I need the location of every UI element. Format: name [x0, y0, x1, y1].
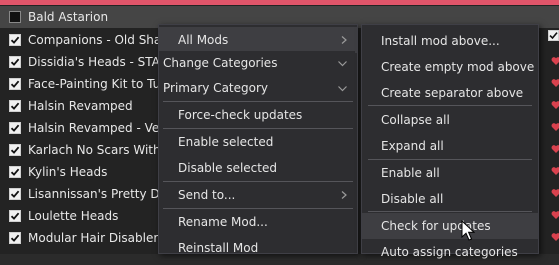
checkbox-checked-icon: [10, 212, 20, 220]
menu-item-label: All Mods: [178, 33, 229, 47]
change-categories-dropdown[interactable]: Change Categories: [159, 51, 355, 75]
mod-name: Lisannissan's Pretty Dice: [28, 187, 177, 201]
menu-item-label: Disable selected: [178, 161, 277, 175]
checkbox-checked-icon: [10, 124, 20, 132]
checkbox-checked-icon: [10, 36, 20, 44]
all-mods-submenu: Install mod above... Create empty mod ab…: [361, 24, 539, 259]
menu-item-disable-selected[interactable]: Disable selected: [159, 155, 357, 181]
menu-item-create-empty-mod-above[interactable]: Create empty mod above: [362, 54, 538, 80]
mod-checkbox[interactable]: [9, 188, 21, 200]
checkbox-checked-icon: [10, 58, 20, 66]
primary-category-dropdown[interactable]: Primary Category: [159, 76, 355, 100]
mod-name: Halsin Revamped: [28, 99, 133, 113]
mouse-pointer-icon: [461, 220, 475, 241]
menu-item-send-to[interactable]: Send to...: [159, 182, 357, 208]
mod-name: Companions - Old Shad: [28, 33, 169, 47]
menu-item-create-separator-above[interactable]: Create separator above: [362, 80, 538, 106]
checkbox-checked-icon: [10, 146, 20, 154]
checkbox-checked-icon: [10, 80, 20, 88]
menu-item-label: Install mod above...: [381, 34, 500, 48]
menu-separator: [368, 105, 532, 106]
menu-item-collapse-all[interactable]: Collapse all: [362, 107, 538, 133]
mod-checkbox[interactable]: [9, 144, 21, 156]
chevron-down-icon: [338, 86, 347, 92]
chevron-right-icon: [341, 36, 347, 44]
chevron-down-icon: [338, 61, 347, 67]
mod-checkbox[interactable]: [9, 122, 21, 134]
menu-item-label: Expand all: [381, 139, 444, 153]
context-menu: All Mods Change Categories Primary Categ…: [158, 24, 358, 255]
heart-icon: [551, 187, 559, 199]
heart-icon: [551, 231, 559, 243]
menu-item-label: Force-check updates: [178, 108, 303, 122]
mod-checkbox[interactable]: [9, 166, 21, 178]
dropdown-label: Change Categories: [163, 56, 278, 70]
menu-item-enable-selected[interactable]: Enable selected: [159, 129, 357, 155]
mod-name: Loulette Heads: [28, 209, 119, 223]
mod-name: Karlach No Scars With G: [28, 143, 174, 157]
mod-checkbox[interactable]: [9, 11, 21, 23]
mod-name: Kylin's Heads: [28, 165, 108, 179]
mod-name: Bald Astarion: [28, 10, 109, 24]
mod-checkbox[interactable]: [9, 34, 21, 46]
menu-item-label: Enable selected: [178, 135, 274, 149]
menu-item-all-mods[interactable]: All Mods: [159, 27, 357, 53]
dropdown-label: Primary Category: [163, 81, 268, 95]
heart-icon: [551, 121, 559, 133]
menu-item-label: Create empty mod above: [381, 60, 535, 74]
menu-item-label: Auto assign categories: [381, 245, 518, 259]
menu-item-label: Rename Mod...: [178, 215, 268, 229]
menu-item-check-for-updates[interactable]: Check for updates: [362, 213, 538, 239]
checkbox-checked-icon: [10, 234, 20, 242]
mod-checkbox[interactable]: [9, 100, 21, 112]
menu-item-install-mod-above[interactable]: Install mod above...: [362, 28, 538, 54]
heart-icon: [551, 209, 559, 221]
menu-item-disable-all[interactable]: Disable all: [362, 186, 538, 212]
mod-name: Dissidia's Heads - STAND: [28, 55, 178, 69]
checkbox-checked-icon: [10, 168, 20, 176]
menu-separator: [368, 211, 532, 212]
checkbox-checked-icon: [548, 30, 559, 41]
mod-checkbox[interactable]: [9, 210, 21, 222]
mod-name: Halsin Revamped - Vess: [28, 121, 172, 135]
heart-icon: [551, 143, 559, 155]
heart-icon: [551, 165, 559, 177]
mod-name: Modular Hair Disabler -: [28, 231, 167, 245]
menu-item-label: Reinstall Mod: [178, 241, 259, 255]
menu-item-label: Collapse all: [381, 113, 450, 127]
checkbox-checked-icon: [10, 190, 20, 198]
heart-icon: [551, 77, 559, 89]
mod-name: Face-Painting Kit to Tuto: [28, 77, 173, 91]
chevron-right-icon: [341, 191, 347, 199]
menu-item-expand-all[interactable]: Expand all: [362, 133, 538, 159]
checkbox-checked-icon: [10, 102, 20, 110]
menu-item-enable-all[interactable]: Enable all: [362, 160, 538, 186]
menu-item-label: Enable all: [381, 166, 440, 180]
menu-item-auto-assign-categories[interactable]: Auto assign categories: [362, 239, 538, 265]
menu-item-label: Send to...: [178, 188, 236, 202]
heart-icon: [551, 99, 559, 111]
mod-checkbox[interactable]: [9, 232, 21, 244]
menu-item-label: Disable all: [381, 192, 444, 206]
mod-checkbox[interactable]: [9, 78, 21, 90]
menu-item-force-check-updates[interactable]: Force-check updates: [159, 102, 357, 128]
heart-icon: [551, 55, 559, 67]
mod-checkbox[interactable]: [9, 56, 21, 68]
menu-item-rename-mod[interactable]: Rename Mod...: [159, 209, 357, 235]
menu-item-reinstall-mod[interactable]: Reinstall Mod: [159, 235, 357, 261]
menu-item-label: Create separator above: [381, 86, 524, 100]
